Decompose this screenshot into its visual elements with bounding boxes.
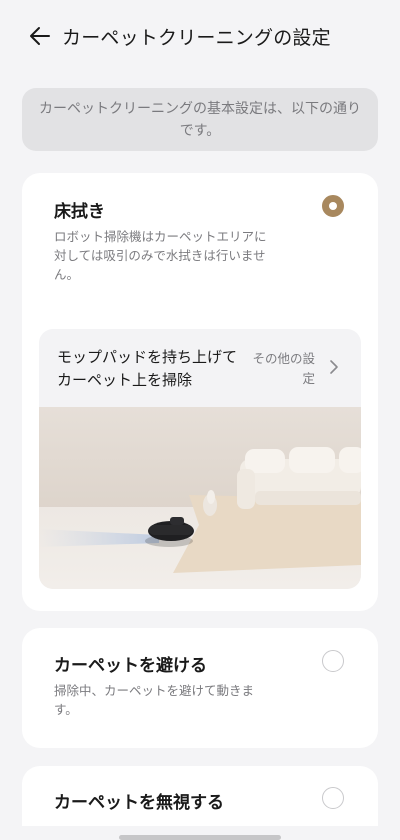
option-title: カーペットを無視する xyxy=(54,793,224,813)
mop-setting-label: モップパッドを持ち上げてカーペット上を掃除 xyxy=(57,348,238,389)
arrow-left-icon xyxy=(30,27,50,45)
option-card-ignore-carpet[interactable]: カーペットを無視する xyxy=(22,766,378,826)
option-card-avoid-carpet[interactable]: カーペットを避ける 掃除中、カーペットを避けて動きます。 xyxy=(22,628,378,748)
option-description: 掃除中、カーペットを避けて動きます。 xyxy=(54,683,255,717)
radio-avoid-carpet[interactable] xyxy=(322,650,344,672)
mop-setting-row[interactable]: モップパッドを持ち上げてカーペット上を掃除 その他の設定 xyxy=(39,329,361,407)
home-indicator[interactable] xyxy=(119,835,281,840)
robot-carpet-illustration xyxy=(39,407,361,589)
radio-mopping[interactable] xyxy=(322,195,344,217)
option-title: 床拭き xyxy=(54,202,105,222)
chevron-right-icon xyxy=(330,360,338,374)
top-bar: カーペットクリーニングの設定 xyxy=(0,0,400,72)
info-banner: カーペットクリーニングの基本設定は、以下の通りです。 xyxy=(22,88,378,151)
option-description: ロボット掃除機はカーペットエリアに対しては吸引のみで水拭きは行いません。 xyxy=(54,229,267,282)
other-settings-link[interactable]: その他の設定 xyxy=(245,349,315,389)
back-button[interactable] xyxy=(26,22,54,50)
page-title: カーペットクリーニングの設定 xyxy=(62,26,331,49)
mop-setting-panel: モップパッドを持ち上げてカーペット上を掃除 その他の設定 xyxy=(39,329,361,589)
option-title: カーペットを避ける xyxy=(54,656,207,676)
option-card-mopping[interactable]: 床拭き ロボット掃除機はカーペットエリアに対しては吸引のみで水拭きは行いません。… xyxy=(22,173,378,611)
radio-ignore-carpet[interactable] xyxy=(322,787,344,809)
